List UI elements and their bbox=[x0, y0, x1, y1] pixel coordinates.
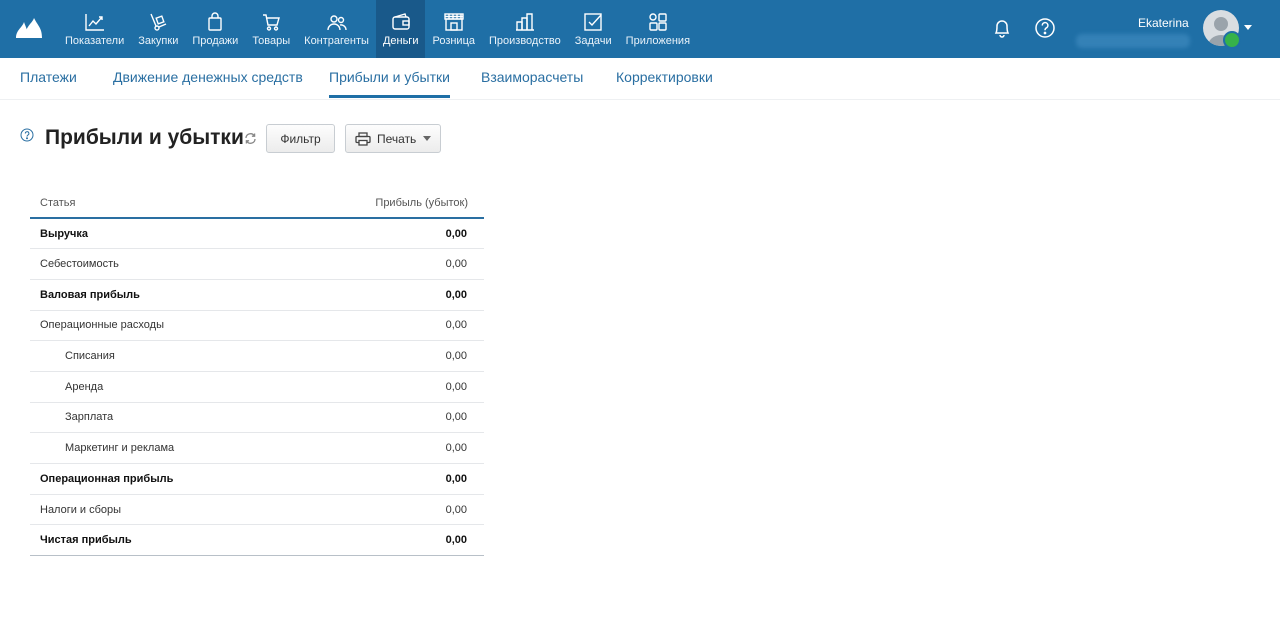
table-row[interactable]: Маркетинг и реклама 0,00 bbox=[30, 432, 484, 464]
row-label: Аренда bbox=[30, 371, 287, 403]
row-value: 0,00 bbox=[286, 340, 484, 372]
checkbox-icon bbox=[584, 13, 602, 31]
cart-icon bbox=[263, 14, 281, 31]
table-header-row: Статья Прибыль (убыток) bbox=[30, 188, 484, 219]
shopping-bag-icon bbox=[208, 12, 223, 31]
table-body: Выручка 0,00 Себестоимость 0,00 Валовая приб… bbox=[30, 218, 484, 557]
tab-platezhi[interactable]: Платежи bbox=[20, 58, 77, 98]
nav-item-prilozheniya[interactable]: Приложения bbox=[619, 0, 697, 58]
filter-button[interactable]: Фильтр bbox=[266, 124, 335, 153]
table-row[interactable]: Операционная прибыль 0,00 bbox=[30, 463, 484, 495]
help-icon[interactable] bbox=[1034, 17, 1056, 39]
hand-truck-icon bbox=[150, 13, 167, 31]
table-row[interactable]: Зарплата 0,00 bbox=[30, 402, 484, 434]
print-label: Печать bbox=[377, 131, 417, 146]
tab-pribyli-i-ubytki[interactable]: Прибыли и убытки bbox=[329, 58, 450, 98]
nav-item-zakupki[interactable]: Закупки bbox=[131, 0, 185, 58]
nav-label: Товары bbox=[252, 35, 291, 47]
row-value: 0,00 bbox=[286, 463, 484, 495]
nav-label: Контрагенты bbox=[304, 35, 369, 47]
row-label: Выручка bbox=[30, 218, 287, 250]
table-row[interactable]: Выручка 0,00 bbox=[30, 218, 484, 250]
row-value: 0,00 bbox=[286, 218, 484, 250]
table-row[interactable]: Аренда 0,00 bbox=[30, 371, 484, 403]
row-label: Себестоимость bbox=[30, 248, 287, 280]
nav-label: Продажи bbox=[192, 35, 239, 47]
print-button[interactable]: Печать bbox=[345, 124, 441, 153]
refresh-icon[interactable] bbox=[244, 132, 257, 145]
top-navigation-bar: Показатели Закупки Продажи Товары Контра… bbox=[0, 0, 1280, 58]
logo-icon[interactable] bbox=[14, 16, 44, 40]
row-value: 0,00 bbox=[286, 524, 484, 557]
row-label: Списания bbox=[30, 340, 287, 372]
row-label: Валовая прибыль bbox=[30, 279, 287, 311]
factory-icon bbox=[515, 13, 534, 31]
sub-tabs: Платежи Движение денежных средств Прибыл… bbox=[0, 58, 1280, 100]
chart-line-icon bbox=[84, 14, 104, 31]
nav-label: Приложения bbox=[625, 35, 691, 47]
nav-label: Розница bbox=[432, 35, 475, 47]
row-label: Налоги и сборы bbox=[30, 494, 287, 526]
table-row[interactable]: Операционные расходы 0,00 bbox=[30, 310, 484, 342]
nav-label: Производство bbox=[489, 35, 561, 47]
row-label: Зарплата bbox=[30, 402, 287, 434]
printer-icon bbox=[355, 131, 371, 146]
row-value: 0,00 bbox=[286, 310, 484, 342]
table-row[interactable]: Списания 0,00 bbox=[30, 340, 484, 372]
tab-dvizhenie-denezhnyh-sredstv[interactable]: Движение денежных средств bbox=[113, 58, 303, 98]
chevron-down-icon[interactable] bbox=[1244, 25, 1252, 30]
wallet-icon bbox=[392, 13, 410, 30]
nav-item-pokazateli[interactable]: Показатели bbox=[58, 0, 131, 58]
nav-label: Задачи bbox=[574, 35, 612, 47]
row-label: Маркетинг и реклама bbox=[30, 432, 287, 464]
table-row[interactable]: Чистая прибыль 0,00 bbox=[30, 524, 484, 557]
profit-loss-table: Статья Прибыль (убыток) Выручка 0,00 Себес… bbox=[30, 188, 484, 557]
row-value: 0,00 bbox=[286, 371, 484, 403]
nav-item-prodazhi[interactable]: Продажи bbox=[185, 0, 245, 58]
nav-item-kontragenty[interactable]: Контрагенты bbox=[297, 0, 376, 58]
row-value: 0,00 bbox=[286, 248, 484, 280]
row-label: Чистая прибыль bbox=[30, 524, 287, 557]
table-row[interactable]: Себестоимость 0,00 bbox=[30, 248, 484, 280]
user-name[interactable]: Ekaterina bbox=[1138, 16, 1189, 30]
nav-item-proizvodstvo[interactable]: Производство bbox=[482, 0, 568, 58]
nav-item-tovary[interactable]: Товары bbox=[245, 0, 297, 58]
table-row[interactable]: Валовая прибыль 0,00 bbox=[30, 279, 484, 311]
row-value: 0,00 bbox=[286, 432, 484, 464]
row-value: 0,00 bbox=[286, 494, 484, 526]
row-value: 0,00 bbox=[286, 279, 484, 311]
nav-item-roznitsa[interactable]: Розница bbox=[425, 0, 482, 58]
main-nav: Показатели Закупки Продажи Товары Контра… bbox=[58, 0, 697, 58]
row-label: Операционная прибыль bbox=[30, 463, 287, 495]
tab-korrektirovki[interactable]: Корректировки bbox=[616, 58, 713, 98]
bell-icon[interactable] bbox=[991, 17, 1013, 39]
apps-icon bbox=[649, 13, 667, 31]
column-header-pribyl[interactable]: Прибыль (убыток) bbox=[286, 188, 484, 219]
tab-vzaimoraschety[interactable]: Взаиморасчеты bbox=[481, 58, 583, 98]
row-label: Операционные расходы bbox=[30, 310, 287, 342]
nav-item-dengi[interactable]: Деньги bbox=[375, 0, 426, 58]
nav-label: Показатели bbox=[65, 35, 125, 47]
page-title: Прибыли и убытки bbox=[45, 126, 244, 149]
store-icon bbox=[444, 13, 464, 31]
help-icon[interactable] bbox=[20, 128, 34, 142]
store-badge-icon bbox=[1223, 31, 1241, 49]
people-icon bbox=[326, 15, 347, 31]
nav-item-zadachi[interactable]: Задачи bbox=[568, 0, 619, 58]
row-value: 0,00 bbox=[286, 402, 484, 434]
nav-label: Деньги bbox=[382, 35, 419, 47]
chevron-down-icon bbox=[423, 136, 432, 141]
table-row[interactable]: Налоги и сборы 0,00 bbox=[30, 494, 484, 526]
company-name-blurred bbox=[1076, 34, 1190, 48]
nav-label: Закупки bbox=[138, 35, 179, 47]
column-header-statya[interactable]: Статья bbox=[30, 188, 287, 219]
